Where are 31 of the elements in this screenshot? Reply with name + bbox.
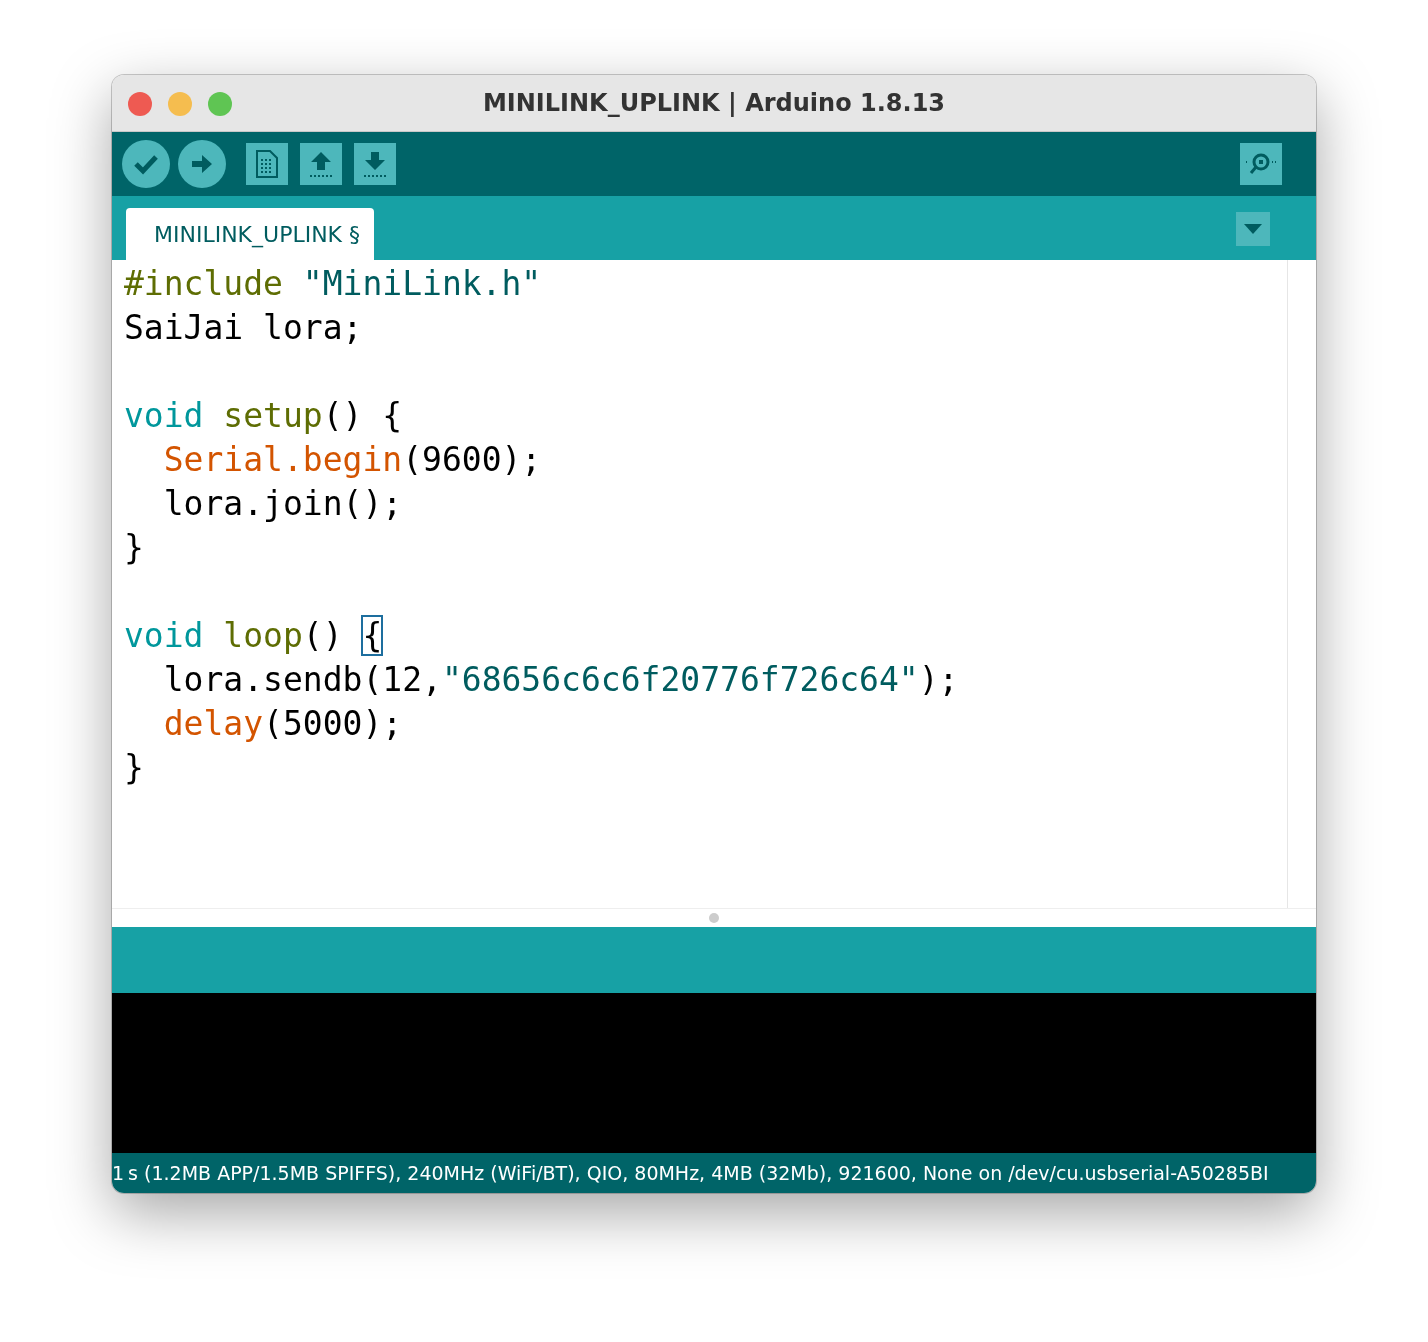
download-arrow-icon bbox=[362, 150, 388, 178]
magnifier-icon bbox=[1245, 151, 1277, 177]
checkmark-icon bbox=[133, 153, 159, 175]
toolbar-button[interactable] bbox=[354, 143, 396, 185]
toolbar-button[interactable] bbox=[122, 140, 170, 188]
code-line: lora.join(); bbox=[162, 483, 403, 525]
close-button[interactable] bbox=[128, 92, 152, 116]
code-line: lora.sendb(12,"68656c6c6f20776f726c64"); bbox=[162, 659, 959, 701]
line-number: 1 bbox=[112, 1162, 125, 1184]
code-line: void setup() { bbox=[124, 395, 403, 437]
splitter-handle[interactable] bbox=[709, 913, 719, 923]
board-info: s (1.2MB APP/1.5MB SPIFFS), 240MHz (WiFi/BT), QIO, 80MHz, 4MB (32Mb), 921600, None on /dev/cu.usbserial-A50285BI bbox=[128, 1162, 1269, 1184]
code-line: } bbox=[124, 527, 144, 569]
code-line: SaiJai lora; bbox=[124, 307, 363, 349]
editor-tab[interactable]: MINILINK_UPLINK § bbox=[126, 208, 375, 260]
arrow-right-icon bbox=[190, 153, 214, 175]
zoom-button[interactable] bbox=[208, 92, 232, 116]
code-line: delay(5000); bbox=[162, 703, 403, 745]
serial-monitor-button[interactable] bbox=[1240, 143, 1282, 185]
document-icon bbox=[256, 150, 278, 178]
code-line: #include "MiniLink.h" bbox=[124, 263, 542, 305]
tab-menu-button[interactable] bbox=[1236, 212, 1270, 246]
toolbar-button[interactable] bbox=[246, 143, 288, 185]
toolbar-button[interactable] bbox=[300, 143, 342, 185]
window-title: MINILINK_UPLINK | Arduino 1.8.13 bbox=[482, 89, 946, 117]
caret-icon bbox=[1244, 224, 1262, 234]
upload-arrow-icon bbox=[308, 150, 334, 178]
code-line: Serial.begin(9600); bbox=[162, 439, 542, 481]
code-line: void loop() { bbox=[124, 615, 383, 657]
code-line: } bbox=[124, 747, 144, 789]
toolbar-button[interactable] bbox=[178, 140, 226, 188]
